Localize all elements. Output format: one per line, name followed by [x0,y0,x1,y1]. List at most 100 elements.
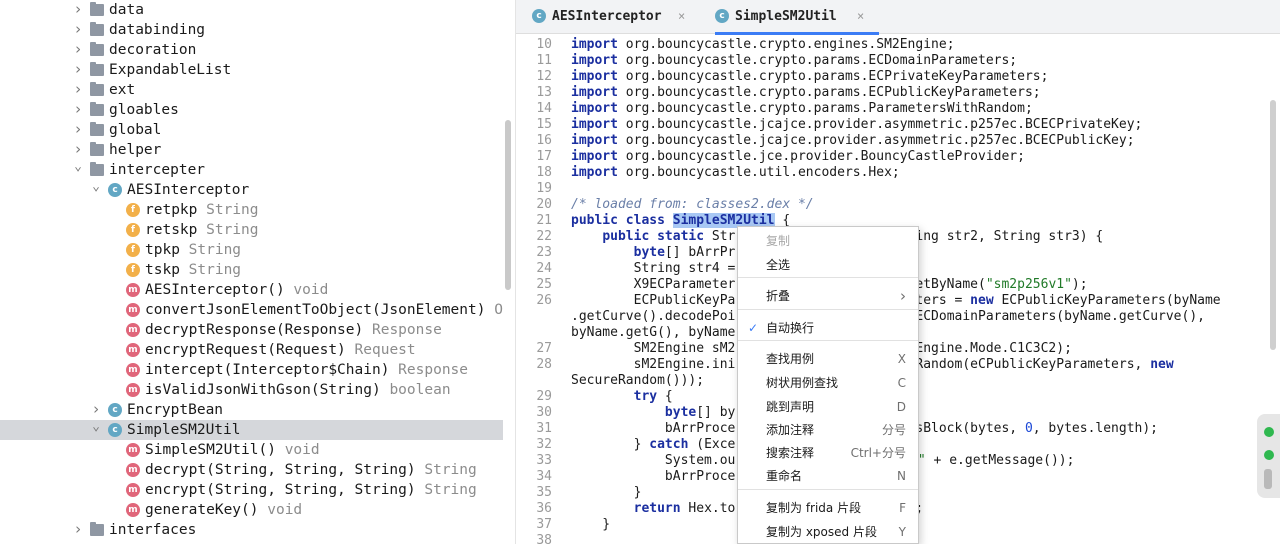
method-icon: m [126,503,140,517]
code-token: import [571,53,618,68]
code-token: org.bouncycastle.crypto.params.ECDomainP… [617,53,1018,68]
chevron-right-icon[interactable]: › [72,20,84,40]
tree-row[interactable]: f retpkp String [0,200,503,220]
tree-row[interactable]: f retskp String [0,220,503,240]
chevron-right-icon[interactable]: › [72,60,84,80]
tree-row[interactable]: m generateKey() void [0,500,503,520]
menu-item[interactable]: 全选 [738,254,918,276]
tree-row[interactable]: m decryptResponse(Response) Response [0,320,503,340]
method-icon: m [126,343,140,357]
tree-row[interactable]: m decrypt(String, String, String) String [0,460,503,480]
chevron-right-icon[interactable]: › [72,80,84,100]
code-line: import org.bouncycastle.crypto.params.Pa… [571,101,1033,117]
menu-item-label: 复制为 frida 片段 [766,501,862,515]
close-icon[interactable]: × [857,0,864,33]
tree-row[interactable]: › databinding [0,20,503,40]
chevron-down-icon[interactable]: ⌄ [90,420,102,440]
code-area[interactable]: import org.bouncycastle.crypto.engines.S… [571,36,1271,544]
code-token: ECPublicKeyParameters(byName [993,293,1221,308]
menu-separator [738,277,918,278]
chevron-right-icon[interactable]: › [72,520,84,540]
tree-row[interactable]: m isValidJsonWithGson(String) boolean [0,380,503,400]
code-token: import [571,165,618,180]
menu-item-label: 复制为 xposed 片段 [766,525,877,539]
code-token: 0 [1024,421,1033,436]
tree-label: encryptRequest(Request) Request [145,340,416,360]
menu-item[interactable]: 重命名 N [738,465,918,487]
chevron-right-icon[interactable]: › [90,400,102,420]
tree-row[interactable]: › c EncryptBean [0,400,503,420]
tree-row[interactable]: m convertJsonElementToObject(JsonElement)… [0,300,503,320]
menu-item[interactable]: ✓ 自动换行 [738,317,918,339]
menu-item[interactable]: 搜索注释 Ctrl+分号 [738,442,918,464]
tree-label: decrypt(String, String, String) String [145,460,477,480]
code-token: byte [664,405,697,420]
code-line: import org.bouncycastle.crypto.params.EC… [571,53,1017,69]
code-line: byte[] by [571,405,735,421]
tree-item-type: String [206,222,259,238]
chevron-down-icon[interactable]: ⌄ [72,160,84,180]
tree-row[interactable]: m SimpleSM2Util() void [0,440,503,460]
line-number: 30 [536,405,552,420]
tree-row[interactable]: › data [0,0,503,20]
tree-row[interactable]: › ext [0,80,503,100]
tree-row[interactable]: › global [0,120,503,140]
floating-widget[interactable] [1257,414,1280,498]
chevron-right-icon[interactable]: › [72,40,84,60]
tree-row[interactable]: › ExpandableList [0,60,503,80]
editor-scrollbar[interactable] [1270,100,1276,350]
tree-row[interactable]: › helper [0,140,503,160]
tree-item-type: String [188,242,242,258]
menu-item-label: 树状用例查找 [766,376,839,390]
close-icon[interactable]: × [678,0,685,33]
tree-row[interactable]: › gloables [0,100,503,120]
class-icon: c [715,9,729,23]
line-number: 24 [536,261,552,276]
chevron-right-icon[interactable]: › [72,120,84,140]
tree-row[interactable]: m AESInterceptor() void [0,280,503,300]
tree-scrollbar[interactable] [505,120,511,290]
chevron-right-icon[interactable]: › [72,100,84,120]
tree-row[interactable]: m encryptRequest(Request) Request [0,340,503,360]
code-token: bArrProce [571,469,736,484]
menu-item[interactable]: 折叠 › [738,285,918,307]
code-token: org.bouncycastle.crypto.engines.SM2Engin… [617,37,955,52]
menu-item[interactable]: 复制为 frida 片段 F [738,497,918,519]
tree-row[interactable]: ⌄ intercepter [0,160,503,180]
menu-shortcut: 分号 [881,423,906,437]
menu-item[interactable]: 跳到声明 D [738,396,918,418]
menu-item[interactable]: 复制为 xposed 片段 Y [738,521,918,543]
tree-row[interactable]: › decoration [0,40,503,60]
tree-row[interactable]: m encrypt(String, String, String) String [0,480,503,500]
code-line: } catch (Exce [571,437,736,453]
chevron-right-icon[interactable]: › [72,0,84,20]
line-number: 26 [536,293,552,308]
tree-row[interactable]: ⌄ c SimpleSM2Util [0,420,503,440]
field-icon: f [126,203,140,217]
tree-row[interactable]: › interfaces [0,520,503,540]
code-token: org.bouncycastle.jcajce.provider.asymmet… [617,133,1135,148]
tree-item-name: encrypt(String, String, String) [145,482,416,498]
project-tree[interactable]: › data › databinding › decoration › ExpandableL… [0,0,503,544]
chevron-down-icon[interactable]: ⌄ [90,180,102,200]
code-token: , bytes.length); [1032,421,1159,436]
tab-aesinterceptor[interactable]: c AESInterceptor × [532,0,692,34]
tree-item-name: decoration [109,42,197,58]
code-token: import [571,101,618,116]
menu-item[interactable]: 查找用例 X [738,348,918,370]
code-token: import [571,149,618,164]
code-line: SecureRandom())); [571,373,704,389]
line-number: 19 [536,181,552,196]
tab-simplesm2util[interactable]: c SimpleSM2Util × [715,0,879,35]
menu-item[interactable]: 添加注释 分号 [738,419,918,441]
tree-row[interactable]: ⌄ c AESInterceptor [0,180,503,200]
line-number: 32 [536,437,552,452]
chevron-right-icon[interactable]: › [72,140,84,160]
tree-row[interactable]: f tskp String [0,260,503,280]
tree-item-type: Response [398,362,469,378]
class-icon: c [532,9,546,23]
line-number: 29 [536,389,552,404]
menu-item[interactable]: 树状用例查找 C [738,372,918,394]
tree-row[interactable]: m intercept(Interceptor$Chain) Response [0,360,503,380]
tree-row[interactable]: f tpkp String [0,240,503,260]
